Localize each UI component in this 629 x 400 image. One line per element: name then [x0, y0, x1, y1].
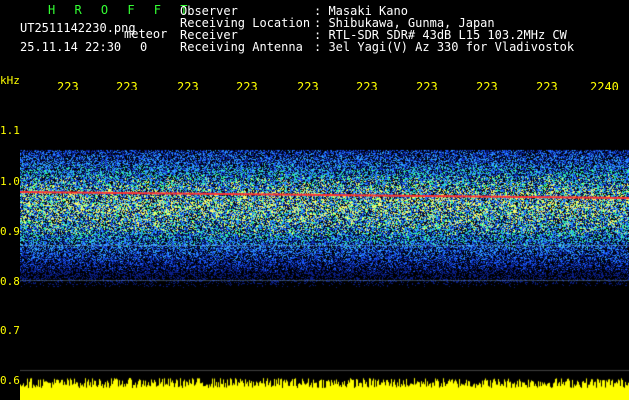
filename: UT2511142230.png	[20, 21, 136, 35]
antenna-value: : 3el Yagi(V) Az 330 for Vladivostok	[314, 40, 575, 54]
meteor-label: meteor	[124, 27, 168, 41]
y-tick-0-8: 0.8	[0, 275, 20, 288]
y-tick-0-7: 0.7	[0, 324, 20, 337]
y-tick-0-6: 0.6	[0, 374, 20, 387]
antenna-label: Receiving Antenna	[180, 40, 303, 54]
spectrogram-canvas	[20, 90, 629, 400]
y-tick-1-1: 1.1	[0, 124, 20, 137]
axis-unit: kHz	[0, 74, 20, 87]
y-tick-1-0: 1.0	[0, 175, 20, 188]
timestamp: 25.11.14 22:30	[20, 40, 122, 54]
meteor-count: 0	[140, 40, 148, 54]
app-title: H R O F F T	[48, 3, 194, 17]
y-tick-0-9: 0.9	[0, 225, 20, 238]
